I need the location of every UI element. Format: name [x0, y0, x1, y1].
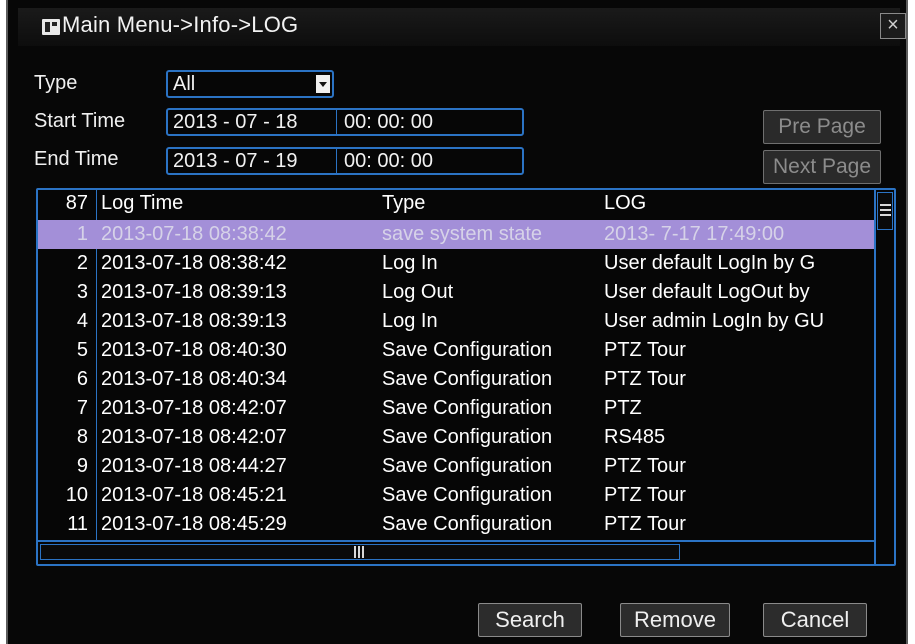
- table-row[interactable]: 5 2013-07-18 08:40:30 Save Configuration…: [38, 336, 874, 365]
- row-log: RS485: [604, 426, 666, 448]
- row-number: 11: [67, 513, 88, 535]
- row-log: User default LogOut by: [604, 281, 810, 303]
- header-log-time: Log Time: [101, 192, 184, 214]
- table-row[interactable]: 8 2013-07-18 08:42:07 Save Configuration…: [38, 423, 874, 452]
- end-time-field[interactable]: 2013 - 07 - 19 00: 00: 00: [166, 147, 524, 175]
- type-select[interactable]: All: [166, 70, 334, 98]
- title-bar: Main Menu->Info->LOG ×: [18, 8, 906, 46]
- row-log: PTZ Tour: [604, 339, 686, 361]
- row-type: Save Configuration: [382, 339, 553, 361]
- end-time-label: End Time: [34, 148, 119, 170]
- field-divider: [336, 149, 337, 173]
- row-number: 10: [65, 484, 88, 506]
- row-time: 2013-07-18 08:45:21: [101, 484, 287, 506]
- row-type: Log Out: [382, 281, 454, 303]
- record-count: 87: [65, 192, 88, 214]
- grip-line: [362, 546, 364, 558]
- row-type: Save Configuration: [382, 426, 553, 448]
- vertical-scroll-thumb[interactable]: [877, 192, 893, 230]
- row-number: 9: [76, 455, 88, 477]
- header-log: LOG: [604, 192, 647, 214]
- row-log: PTZ Tour: [604, 484, 686, 506]
- table-row[interactable]: 9 2013-07-18 08:44:27 Save Configuration…: [38, 452, 874, 481]
- row-time: 2013-07-18 08:39:13: [101, 310, 287, 332]
- close-button[interactable]: ×: [880, 13, 906, 39]
- row-number: 1: [76, 223, 88, 245]
- table-row[interactable]: 7 2013-07-18 08:42:07 Save Configuration…: [38, 394, 874, 423]
- field-divider: [336, 110, 337, 134]
- row-type: Log In: [382, 310, 438, 332]
- grip-line: [358, 546, 360, 558]
- row-type: Save Configuration: [382, 397, 553, 419]
- row-type: save system state: [382, 223, 543, 245]
- row-number: 6: [76, 368, 88, 390]
- start-time-label: Start Time: [34, 110, 126, 132]
- row-time: 2013-07-18 08:40:34: [101, 368, 287, 390]
- chevron-down-icon[interactable]: [316, 75, 330, 93]
- row-log: User default LogIn by G: [604, 252, 816, 274]
- type-select-value: All: [173, 73, 196, 95]
- pre-page-button[interactable]: Pre Page: [763, 110, 881, 144]
- table-row[interactable]: 6 2013-07-18 08:40:34 Save Configuration…: [38, 365, 874, 394]
- row-log: PTZ Tour: [604, 513, 686, 535]
- row-time: 2013-07-18 08:40:30: [101, 339, 287, 361]
- start-time-value[interactable]: 00: 00: 00: [344, 110, 433, 134]
- row-type: Save Configuration: [382, 513, 553, 535]
- log-table: 87 Log Time Type LOG 1 2013-07-18 08:38:…: [36, 188, 896, 566]
- grip-line: [880, 209, 891, 211]
- grip-line: [880, 204, 891, 206]
- row-time: 2013-07-18 08:44:27: [101, 455, 287, 477]
- end-time-value[interactable]: 00: 00: 00: [344, 149, 433, 173]
- type-label: Type: [34, 72, 78, 94]
- row-number: 7: [76, 397, 88, 419]
- start-time-field[interactable]: 2013 - 07 - 18 00: 00: 00: [166, 108, 524, 136]
- table-row[interactable]: 3 2013-07-18 08:39:13 Log Out User defau…: [38, 278, 874, 307]
- row-log: 2013- 7-17 17:49:00: [604, 223, 785, 245]
- table-row[interactable]: 2 2013-07-18 08:38:42 Log In User defaul…: [38, 249, 874, 278]
- search-button[interactable]: Search: [478, 603, 582, 637]
- vertical-scrollbar[interactable]: [874, 190, 894, 564]
- row-log: User admin LogIn by GU: [604, 310, 825, 332]
- table-row[interactable]: 4 2013-07-18 08:39:13 Log In User admin …: [38, 307, 874, 336]
- row-type: Log In: [382, 252, 438, 274]
- menu-icon: [42, 19, 60, 35]
- grip-line: [880, 214, 891, 216]
- row-time: 2013-07-18 08:42:07: [101, 397, 287, 419]
- grip-line: [354, 546, 356, 558]
- row-type: Save Configuration: [382, 484, 553, 506]
- horizontal-scrollbar[interactable]: [38, 540, 874, 562]
- grip-icon: [354, 546, 364, 558]
- table-row[interactable]: 11 2013-07-18 08:45:29 Save Configuratio…: [38, 510, 874, 539]
- row-time: 2013-07-18 08:42:07: [101, 426, 287, 448]
- next-page-button[interactable]: Next Page: [763, 150, 881, 184]
- table-header: 87 Log Time Type LOG: [38, 192, 874, 220]
- table-row[interactable]: 10 2013-07-18 08:45:21 Save Configuratio…: [38, 481, 874, 510]
- row-time: 2013-07-18 08:38:42: [101, 252, 287, 274]
- remove-button[interactable]: Remove: [620, 603, 730, 637]
- row-time: 2013-07-18 08:39:13: [101, 281, 287, 303]
- cancel-button[interactable]: Cancel: [763, 603, 867, 637]
- table-row[interactable]: 1 2013-07-18 08:38:42 save system state …: [38, 220, 874, 249]
- row-number: 3: [76, 281, 88, 303]
- row-log: PTZ Tour: [604, 368, 686, 390]
- row-time: 2013-07-18 08:38:42: [101, 223, 287, 245]
- row-log: PTZ Tour: [604, 455, 686, 477]
- row-number: 5: [76, 339, 88, 361]
- row-type: Save Configuration: [382, 455, 553, 477]
- start-date-value[interactable]: 2013 - 07 - 18: [173, 110, 298, 134]
- row-number: 4: [76, 310, 88, 332]
- row-type: Save Configuration: [382, 368, 553, 390]
- header-type: Type: [382, 192, 426, 214]
- row-number: 2: [76, 252, 88, 274]
- row-number: 8: [76, 426, 88, 448]
- end-date-value[interactable]: 2013 - 07 - 19: [173, 149, 298, 173]
- row-log: PTZ: [604, 397, 642, 419]
- window-title: Main Menu->Info->LOG: [62, 12, 299, 37]
- row-time: 2013-07-18 08:45:29: [101, 513, 287, 535]
- horizontal-scroll-thumb[interactable]: [40, 544, 680, 560]
- log-window: Main Menu->Info->LOG × Type All Start Ti…: [6, 0, 908, 644]
